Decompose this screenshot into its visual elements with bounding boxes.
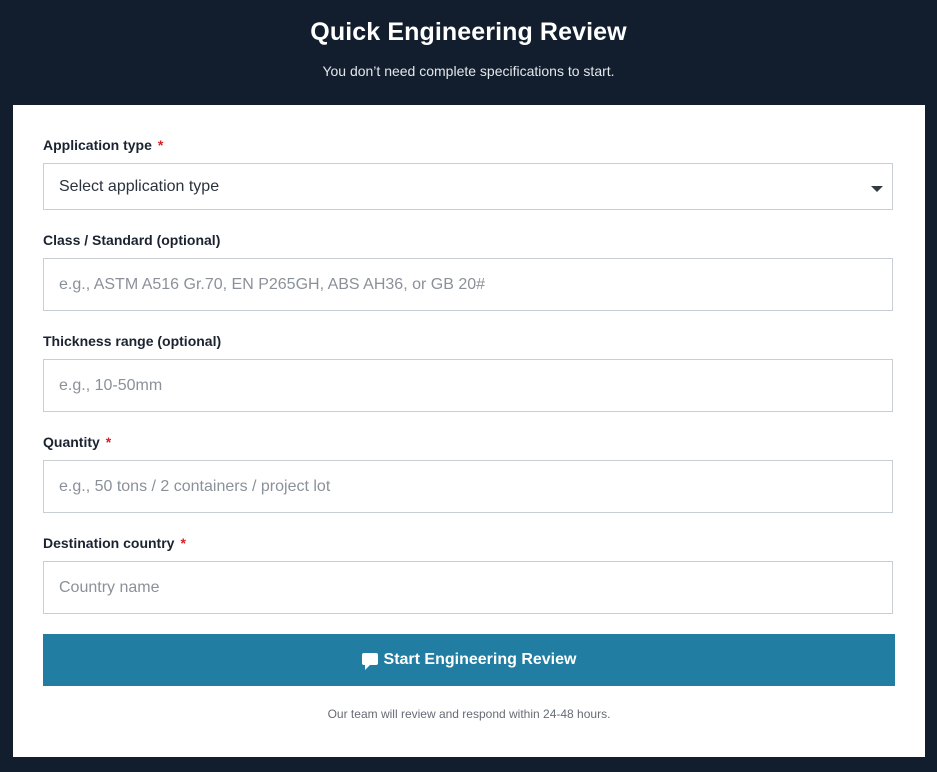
thickness-range-input[interactable]: e.g., 10-50mm	[43, 359, 893, 412]
class-standard-placeholder: e.g., ASTM A516 Gr.70, EN P265GH, ABS AH…	[59, 275, 486, 293]
caret-down-icon	[871, 186, 883, 192]
destination-country-input[interactable]: Country name	[43, 561, 893, 614]
destination-country-label: Destination country *	[43, 535, 186, 551]
response-time-note: Our team will review and respond within …	[327, 707, 611, 721]
chat-icon	[361, 653, 378, 670]
thickness-range-label: Thickness range (optional)	[43, 333, 221, 349]
required-marker: *	[157, 137, 164, 153]
application-type-select[interactable]: Select application type	[43, 163, 893, 210]
required-marker: *	[180, 535, 186, 551]
form-card: Application type * Select application typ…	[13, 105, 925, 757]
application-type-label-text: Application type	[43, 137, 152, 153]
start-engineering-review-button[interactable]: Start Engineering Review	[43, 634, 895, 686]
quantity-label: Quantity *	[43, 434, 111, 450]
application-type-label: Application type *	[43, 137, 163, 153]
quantity-label-text: Quantity	[43, 434, 100, 450]
class-standard-input[interactable]: e.g., ASTM A516 Gr.70, EN P265GH, ABS AH…	[43, 258, 893, 311]
quantity-placeholder: e.g., 50 tons / 2 containers / project l…	[59, 477, 331, 495]
thickness-range-label-text: Thickness range (optional)	[43, 333, 222, 349]
thickness-range-placeholder: e.g., 10-50mm	[59, 376, 163, 394]
application-type-selected-value: Select application type	[59, 177, 220, 195]
page-subtitle: You don’t need complete specifications t…	[322, 63, 615, 79]
class-standard-label: Class / Standard (optional)	[43, 232, 220, 248]
page-title: Quick Engineering Review	[310, 18, 627, 46]
quantity-input[interactable]: e.g., 50 tons / 2 containers / project l…	[43, 460, 893, 513]
page-header: Quick Engineering Review You don’t need …	[0, 0, 937, 105]
class-standard-label-text: Class / Standard (optional)	[43, 232, 221, 248]
required-marker: *	[105, 434, 112, 450]
destination-country-placeholder: Country name	[59, 578, 160, 596]
start-engineering-review-label: Start Engineering Review	[383, 651, 577, 668]
destination-country-label-text: Destination country	[43, 535, 175, 551]
